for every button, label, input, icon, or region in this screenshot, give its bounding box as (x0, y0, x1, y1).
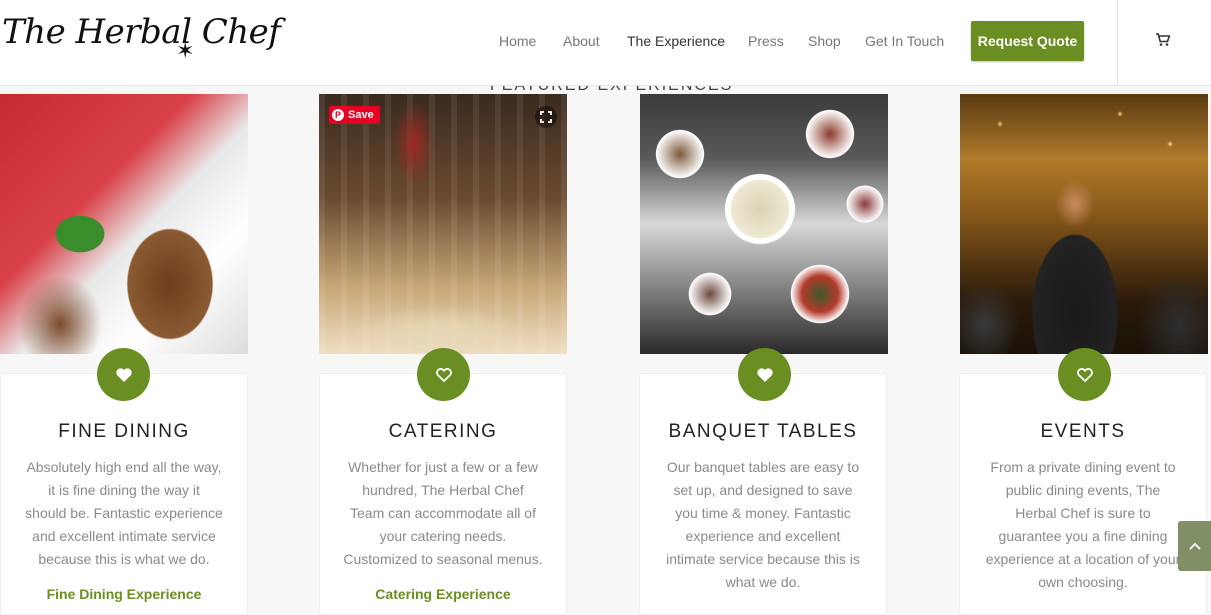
pinterest-save-button[interactable]: P Save (329, 106, 380, 124)
desc-line: intimate service because this is (666, 551, 860, 567)
scroll-to-top-button[interactable] (1178, 521, 1211, 571)
cart-icon[interactable] (1155, 32, 1171, 48)
card-title: BANQUET TABLES (668, 421, 858, 442)
desc-line: it is fine dining the way it (48, 482, 200, 498)
heart-icon (97, 348, 150, 401)
nav-about[interactable]: About (563, 33, 600, 49)
desc-line: and excellent intimate service (32, 528, 216, 544)
fine-dining-image[interactable] (0, 94, 248, 354)
desc-line: set up, and designed to save (673, 482, 853, 498)
site-header: The Herbal Chef ✶ Home About The Experie… (0, 0, 1211, 86)
desc-line: guarantee you a fine dining (998, 528, 1168, 544)
desc-line: should be. Fantastic experience (25, 505, 223, 521)
desc-line: because this is what we do. (38, 551, 210, 567)
desc-line: Customized to seasonal menus. (343, 551, 543, 567)
card-description: Absolutely high end all the way, it is f… (1, 456, 247, 571)
chevron-up-icon (1188, 542, 1201, 550)
card-title: CATERING (388, 421, 498, 442)
card-fine-dining: FINE DINING Absolutely high end all the … (0, 373, 248, 615)
desc-line: experience at a location of your (985, 551, 1181, 567)
desc-line: Absolutely high end all the way, (26, 459, 222, 475)
expand-icon[interactable] (535, 106, 557, 128)
desc-line: Herbal Chef is sure to (1015, 505, 1151, 521)
catering-image[interactable]: P Save (319, 94, 567, 354)
header-divider (1117, 0, 1118, 85)
desc-line: your catering needs. (379, 528, 507, 544)
pinterest-save-label: Save (348, 109, 374, 121)
heart-icon (738, 348, 791, 401)
nav-the-experience[interactable]: The Experience (627, 33, 725, 49)
nav-press[interactable]: Press (748, 33, 784, 49)
desc-line: From a private dining event to (990, 459, 1176, 475)
card-catering: CATERING Whether for just a few or a few… (319, 373, 567, 615)
desc-line: you time & money. Fantastic (675, 505, 851, 521)
nav-get-in-touch[interactable]: Get In Touch (865, 33, 944, 49)
desc-line: what we do. (725, 574, 801, 590)
events-image[interactable] (960, 94, 1208, 354)
card-description: Whether for just a few or a few hundred,… (320, 456, 566, 571)
card-title: EVENTS (1040, 421, 1126, 442)
card-banquet-tables: BANQUET TABLES Our banquet tables are ea… (639, 373, 887, 615)
heart-outline-icon (417, 348, 470, 401)
fine-dining-link[interactable]: Fine Dining Experience (1, 586, 247, 602)
desc-line: own choosing. (1038, 574, 1128, 590)
desc-line: hundred, The Herbal Chef (362, 482, 524, 498)
desc-line: experience and excellent (685, 528, 841, 544)
request-quote-button[interactable]: Request Quote (971, 21, 1084, 61)
catering-link[interactable]: Catering Experience (320, 586, 566, 602)
banquet-tables-image[interactable] (640, 94, 888, 354)
desc-line: Our banquet tables are easy to (666, 459, 860, 475)
card-title: FINE DINING (58, 421, 190, 442)
pinterest-icon: P (332, 109, 344, 121)
card-description: Our banquet tables are easy to set up, a… (640, 456, 886, 594)
desc-line: Whether for just a few or a few (348, 459, 538, 475)
desc-line: Team can accommodate all of (350, 505, 536, 521)
desc-line: public dining events, The (1005, 482, 1161, 498)
nav-shop[interactable]: Shop (808, 33, 841, 49)
heart-outline-icon (1058, 348, 1111, 401)
nav-home[interactable]: Home (499, 33, 536, 49)
card-description: From a private dining event to public di… (960, 456, 1206, 594)
card-events: EVENTS From a private dining event to pu… (959, 373, 1207, 615)
